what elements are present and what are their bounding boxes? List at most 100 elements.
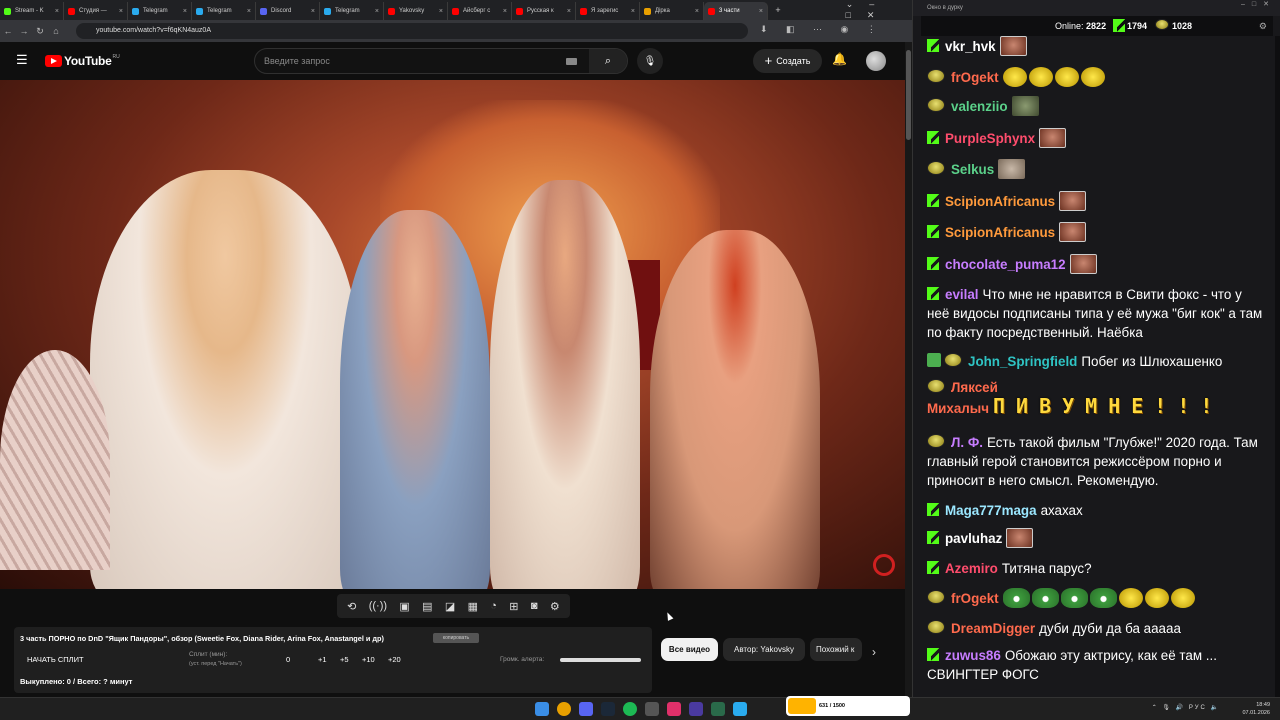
page-scrollbar[interactable] — [905, 42, 912, 697]
create-button[interactable]: + Создать — [753, 49, 822, 73]
chip-all-videos[interactable]: Все видео — [661, 638, 718, 661]
close-icon[interactable]: × — [439, 8, 443, 15]
language-indicator[interactable]: РУС — [1189, 705, 1207, 711]
browser-tab[interactable]: 3 части × — [704, 2, 768, 20]
chat-username[interactable]: PurpleSphynx — [945, 131, 1035, 146]
clock[interactable]: 18:49 07.01.2026 — [1242, 701, 1270, 717]
browser-tab[interactable]: Telegram × — [320, 2, 384, 20]
increment-10-button[interactable]: +10 — [362, 655, 375, 664]
close-icon[interactable]: × — [503, 8, 507, 15]
chat-username[interactable]: DreamDigger — [951, 621, 1035, 636]
start-icon[interactable] — [535, 702, 549, 716]
obs-icon[interactable] — [645, 702, 659, 716]
watch-later-icon[interactable]: ▣ — [399, 600, 409, 613]
miniplayer-icon[interactable]: ◪ — [445, 600, 455, 613]
split-value[interactable]: 0 — [286, 655, 290, 664]
close-icon[interactable]: × — [375, 8, 379, 15]
discord-icon[interactable] — [579, 702, 593, 716]
bell-icon[interactable]: 🔔 — [832, 52, 847, 66]
chat-username[interactable]: evilal — [945, 287, 979, 302]
chevron-right-icon[interactable]: › — [872, 641, 876, 664]
close-icon[interactable]: × — [311, 8, 315, 15]
browser-tab[interactable]: Я зарегис × — [576, 2, 640, 20]
clip-icon[interactable]: ▤ — [422, 600, 432, 613]
close-icon[interactable]: × — [759, 8, 763, 15]
close-icon[interactable]: × — [183, 8, 187, 15]
chat-username[interactable]: John_Springfield — [968, 354, 1077, 369]
browser-tab[interactable]: Русская к × — [512, 2, 576, 20]
url-field[interactable]: youtube.com/watch?v=f6qKN4auz0A — [76, 23, 748, 39]
browser-tab[interactable]: Yakovsky × — [384, 2, 448, 20]
chat-username[interactable]: chocolate_puma12 — [945, 257, 1066, 272]
back-icon[interactable]: ← — [0, 26, 16, 36]
chat-username[interactable]: frOgekt — [951, 70, 999, 85]
player-icon[interactable] — [689, 702, 703, 716]
system-tray[interactable]: ⌃ 🎙 🔊 РУС 🔈 — [1152, 704, 1220, 711]
start-split-button[interactable]: НАЧАТЬ СПЛИТ — [27, 655, 84, 664]
search-input[interactable]: Введите запрос — [255, 56, 566, 66]
chat-username[interactable]: zuwus86 — [945, 648, 1001, 663]
loop-icon[interactable]: ⟲ — [347, 600, 356, 613]
increment-1-button[interactable]: +1 — [318, 655, 327, 664]
close-icon[interactable]: × — [567, 8, 571, 15]
scrollbar-thumb[interactable] — [906, 50, 911, 140]
search-box[interactable]: Введите запрос ⌕ — [254, 48, 628, 74]
browser-tab[interactable]: Discord × — [256, 2, 320, 20]
youtube-logo[interactable]: YouTube RU — [45, 54, 120, 68]
notes-icon[interactable] — [711, 702, 725, 716]
add-icon[interactable]: ⊞ — [509, 600, 518, 613]
chat-username[interactable]: Azemiro — [945, 561, 998, 576]
chat-username[interactable]: vkr_hvk — [945, 39, 996, 54]
steam-icon[interactable] — [601, 702, 615, 716]
subtitles-icon[interactable]: ▦ — [468, 600, 478, 613]
extension-icons[interactable]: ⬇ ◧ ⋯ ◉ ⋮ — [760, 24, 884, 35]
browser-tab[interactable]: Айсберг с × — [448, 2, 512, 20]
search-icon[interactable]: ⌕ — [589, 49, 627, 73]
chip-similar[interactable]: Похожий к — [810, 638, 862, 661]
chat-username[interactable]: Л. Ф. — [951, 435, 983, 450]
settings-icon[interactable]: ⚙ — [550, 600, 560, 613]
window-controls[interactable]: ⌄–□✕ — [824, 0, 912, 21]
alert-volume-slider[interactable] — [560, 658, 641, 662]
chat-username[interactable]: pavluhaz — [945, 531, 1002, 546]
avatar[interactable] — [866, 51, 886, 71]
browser-tab[interactable]: Stream - K × — [0, 2, 64, 20]
window-controls[interactable]: –□✕ — [1241, 0, 1276, 8]
gear-icon[interactable]: ⚙ — [1259, 16, 1267, 36]
close-icon[interactable]: × — [55, 8, 59, 15]
chat-username[interactable]: valenziio — [951, 99, 1008, 114]
close-icon[interactable]: × — [631, 8, 635, 15]
forward-icon[interactable]: → — [16, 26, 32, 36]
chat-username[interactable]: ScipionAfricanus — [945, 225, 1055, 240]
browser-tab[interactable]: Telegram × — [192, 2, 256, 20]
reload-icon[interactable]: ↻ — [32, 26, 48, 37]
telegram-icon[interactable] — [733, 702, 747, 716]
browser-tab[interactable]: Дірка × — [640, 2, 704, 20]
chat-username[interactable]: Maga777maga — [945, 503, 1037, 518]
menu-icon[interactable]: ☰ — [16, 52, 28, 68]
close-icon[interactable]: × — [695, 8, 699, 15]
new-tab-icon[interactable]: + — [768, 5, 788, 15]
keyboard-icon[interactable] — [566, 57, 577, 65]
close-icon[interactable]: × — [247, 8, 251, 15]
increment-20-button[interactable]: +20 — [388, 655, 401, 664]
chat-username[interactable]: frOgekt — [951, 591, 999, 606]
close-icon[interactable]: × — [119, 8, 123, 15]
home-icon[interactable]: ⌂ — [48, 26, 64, 36]
chat-scrollbar[interactable] — [1275, 36, 1280, 697]
copy-button[interactable]: копировать — [433, 633, 479, 643]
broadcast-icon[interactable]: ((·)) — [369, 600, 387, 612]
speed-icon[interactable]: ◔ — [490, 600, 497, 612]
increment-5-button[interactable]: +5 — [340, 655, 349, 664]
chrome-icon[interactable] — [557, 702, 571, 716]
mic-icon[interactable]: 🎙 — [637, 48, 663, 74]
spotify-icon[interactable] — [623, 702, 637, 716]
browser-tab[interactable]: Telegram × — [128, 2, 192, 20]
browser-tab[interactable]: Студия — × — [64, 2, 128, 20]
chat-username[interactable]: Selkus — [951, 162, 994, 177]
chip-author[interactable]: Автор: Yakovsky — [723, 638, 805, 661]
chat-username[interactable]: ScipionAfricanus — [945, 194, 1055, 209]
screenshot-icon[interactable]: ◙ — [531, 600, 538, 612]
app-icon[interactable] — [667, 702, 681, 716]
video-player[interactable] — [0, 80, 905, 589]
